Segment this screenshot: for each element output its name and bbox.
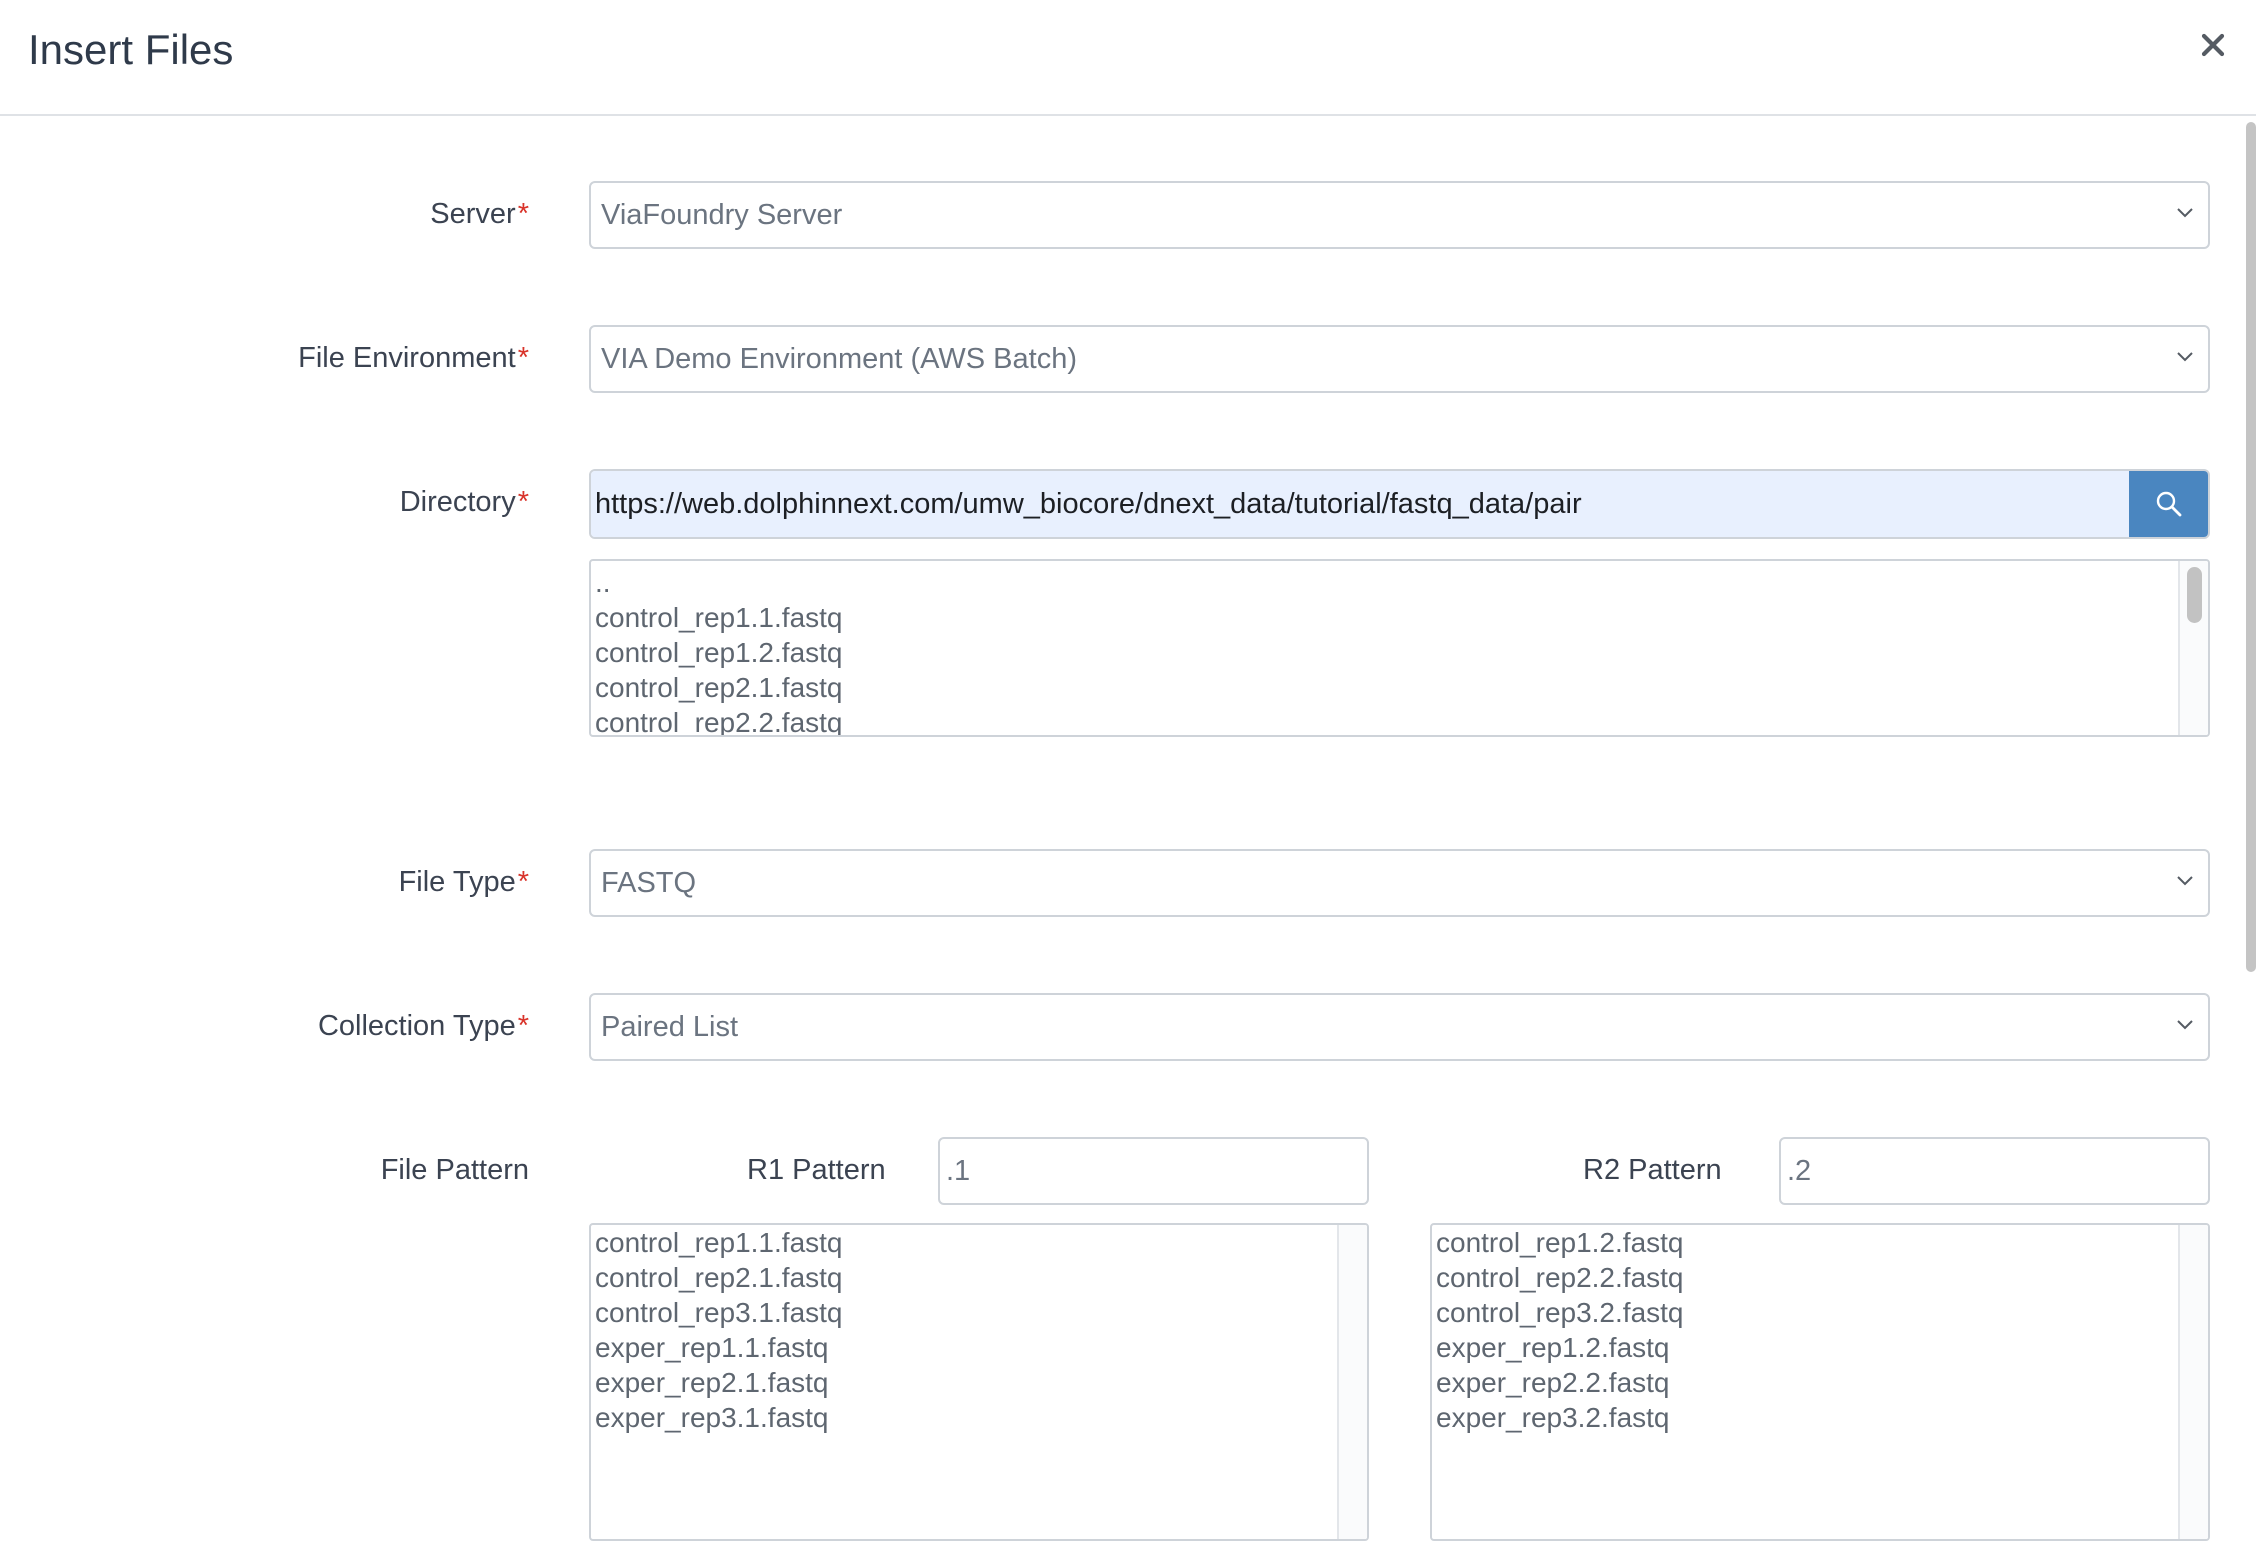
chevron-down-icon	[2177, 876, 2193, 886]
r1-file-list[interactable]: control_rep1.1.fastq control_rep2.1.fast…	[589, 1223, 1369, 1541]
search-icon	[2156, 491, 2181, 517]
insert-files-modal: Insert Files Server* ViaFoundry Server F…	[0, 0, 2256, 1566]
list-item[interactable]: control_rep2.1.fastq	[595, 670, 2178, 705]
r2-pattern-input[interactable]	[1779, 1137, 2210, 1205]
chevron-down-icon	[2177, 1020, 2193, 1030]
modal-body: Server* ViaFoundry Server File Environme…	[0, 118, 2256, 1566]
list-item[interactable]: control_rep3.1.fastq	[595, 1295, 1337, 1330]
file-type-label: File Type*	[398, 866, 529, 898]
list-item[interactable]: control_rep1.2.fastq	[1436, 1225, 2178, 1260]
file-environment-selected-value: VIA Demo Environment (AWS Batch)	[601, 342, 1077, 375]
collection-type-selected-value: Paired List	[601, 1010, 739, 1043]
collection-type-select[interactable]: Paired List	[589, 993, 2210, 1061]
r2-list-scrollbar[interactable]	[2178, 1225, 2208, 1539]
list-item[interactable]: ..	[595, 565, 2178, 600]
file-pattern-label: File Pattern	[380, 1154, 529, 1186]
collection-type-label: Collection Type*	[317, 1010, 529, 1042]
directory-file-list[interactable]: .. control_rep1.1.fastq control_rep1.2.f…	[589, 559, 2210, 737]
r2-file-items: control_rep1.2.fastq control_rep2.2.fast…	[1436, 1225, 2178, 1435]
server-selected-value: ViaFoundry Server	[601, 198, 843, 231]
search-button[interactable]	[2129, 471, 2208, 537]
file-type-select[interactable]: FASTQ	[589, 849, 2210, 917]
list-item[interactable]: control_rep1.2.fastq	[595, 635, 2178, 670]
chevron-down-icon	[2177, 352, 2193, 362]
list-item[interactable]: exper_rep3.1.fastq	[595, 1400, 1337, 1435]
list-item[interactable]: control_rep3.2.fastq	[1436, 1295, 2178, 1330]
r1-list-scrollbar[interactable]	[1337, 1225, 1367, 1539]
chevron-down-icon	[2177, 208, 2193, 218]
list-item[interactable]: control_rep2.2.fastq	[1436, 1260, 2178, 1295]
close-button[interactable]	[2188, 20, 2238, 70]
file-type-selected-value: FASTQ	[601, 866, 697, 899]
file-environment-label: File Environment*	[298, 342, 529, 374]
server-select[interactable]: ViaFoundry Server	[589, 181, 2210, 249]
scrollbar-thumb[interactable]	[2187, 567, 2202, 623]
list-item[interactable]: control_rep1.1.fastq	[595, 600, 2178, 635]
list-item[interactable]: control_rep2.2.fastq	[595, 705, 2178, 735]
list-item[interactable]: exper_rep1.1.fastq	[595, 1330, 1337, 1365]
list-item[interactable]: exper_rep1.2.fastq	[1436, 1330, 2178, 1365]
directory-label: Directory*	[399, 486, 529, 518]
list-item[interactable]: control_rep2.1.fastq	[595, 1260, 1337, 1295]
modal-scrollbar-thumb[interactable]	[2246, 122, 2256, 972]
directory-input-group	[589, 469, 2210, 539]
list-item[interactable]: exper_rep2.1.fastq	[595, 1365, 1337, 1400]
r2-file-list[interactable]: control_rep1.2.fastq control_rep2.2.fast…	[1430, 1223, 2210, 1541]
list-item[interactable]: exper_rep2.2.fastq	[1436, 1365, 2178, 1400]
list-item[interactable]: exper_rep3.2.fastq	[1436, 1400, 2178, 1435]
server-label: Server*	[430, 198, 529, 230]
r1-pattern-input[interactable]	[938, 1137, 1369, 1205]
directory-input[interactable]	[591, 471, 2129, 537]
close-icon	[2201, 33, 2225, 57]
r2-pattern-label: R2 Pattern	[1583, 1154, 1722, 1186]
modal-header: Insert Files	[0, 0, 2256, 116]
list-item[interactable]: control_rep1.1.fastq	[595, 1225, 1337, 1260]
r1-pattern-label: R1 Pattern	[747, 1154, 886, 1186]
file-environment-select[interactable]: VIA Demo Environment (AWS Batch)	[589, 325, 2210, 393]
directory-file-items: .. control_rep1.1.fastq control_rep1.2.f…	[595, 565, 2178, 735]
r1-file-items: control_rep1.1.fastq control_rep2.1.fast…	[595, 1225, 1337, 1435]
directory-list-scrollbar[interactable]	[2178, 561, 2208, 735]
modal-title: Insert Files	[28, 26, 234, 73]
